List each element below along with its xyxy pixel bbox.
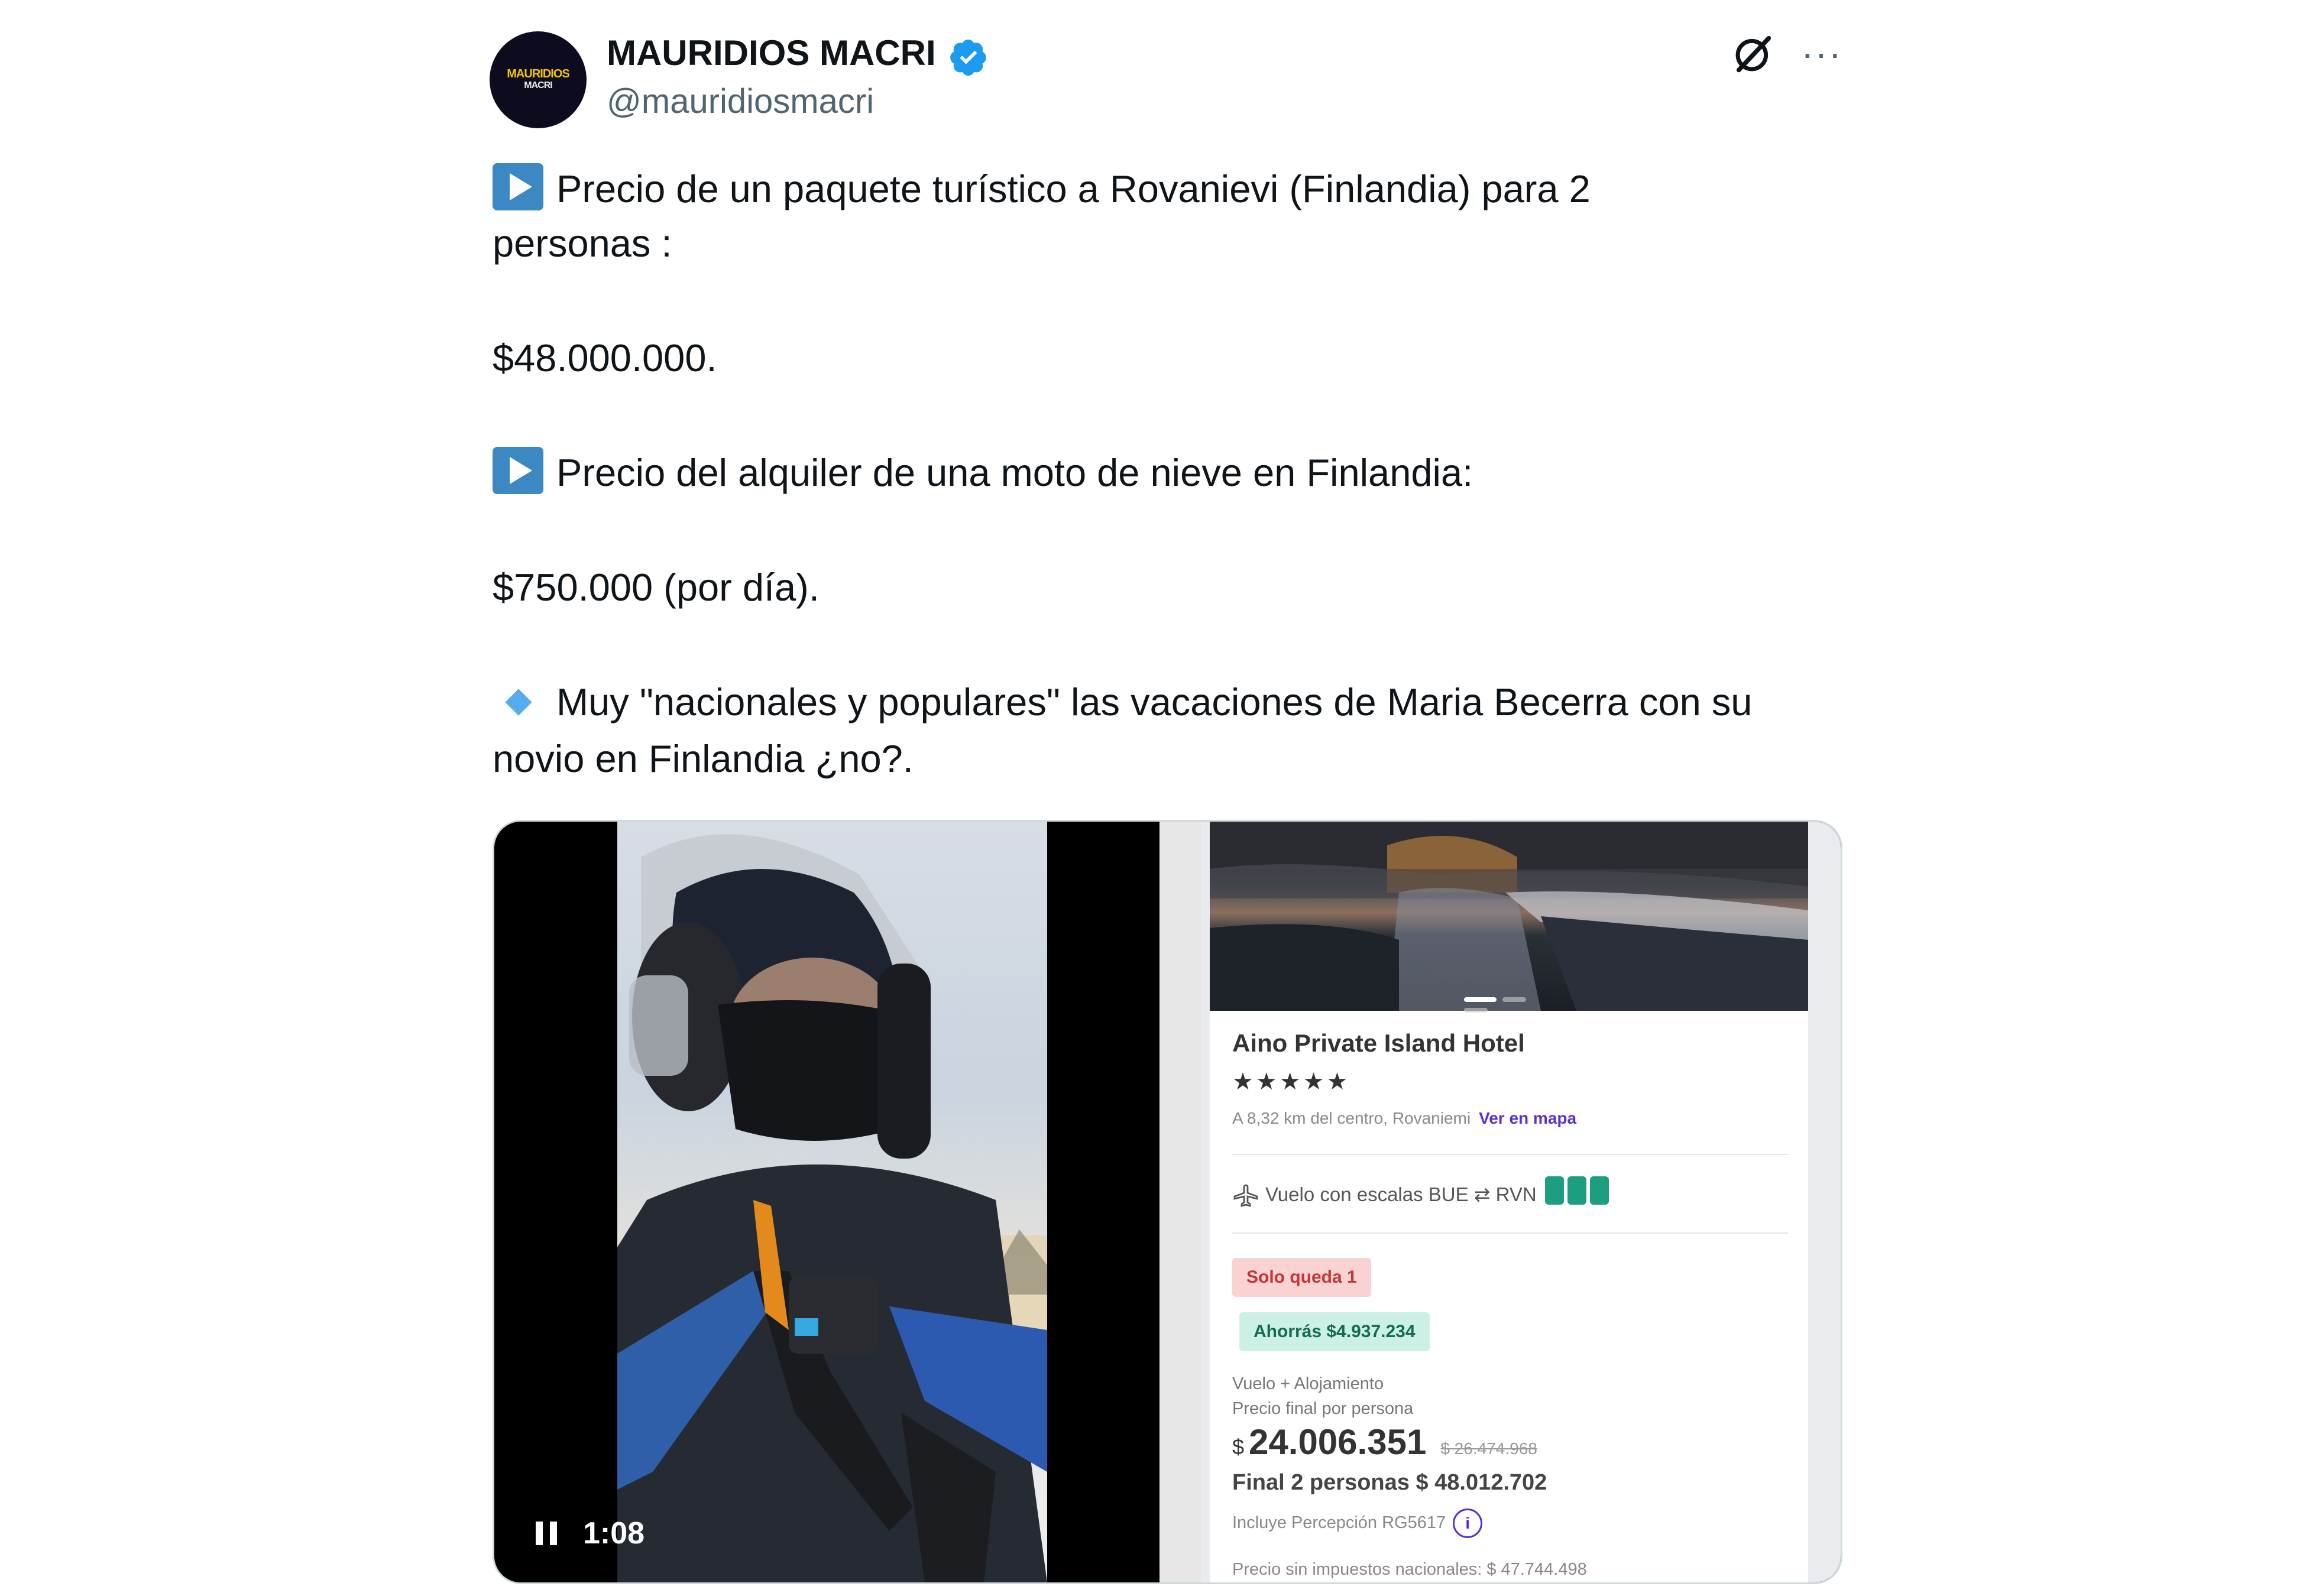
hotel-stars: ★★★★★ [1232, 1069, 1350, 1095]
play-button-emoji-icon [493, 447, 543, 494]
carousel-dots [1464, 994, 1553, 1013]
video-frame-image [617, 834, 1047, 1582]
tweet-line-6: Muy "nacionales y populares" las vacacio… [493, 674, 1752, 731]
airplane-icon [1233, 1184, 1258, 1207]
tax-note: Incluye Percepción RG5617 i [1232, 1507, 1483, 1539]
avatar-text-bottom: MACRI [524, 80, 552, 90]
separator [1232, 1232, 1788, 1234]
hotel-photo [1210, 822, 1808, 1013]
tweet-line-1: Precio de un paquete turístico a Rovanie… [493, 161, 1591, 218]
hotel-photo-scene [1210, 822, 1808, 1011]
tweet-line-1-text: Precio de un paquete turístico a Rovanie… [556, 167, 1591, 210]
blue-diamond-emoji-icon [505, 689, 532, 716]
price-currency: $ [1232, 1435, 1245, 1459]
price-without-taxes: Precio sin impuestos nacionales: $ 47.74… [1232, 1560, 1587, 1579]
verified-badge-icon [950, 39, 986, 76]
tweet-line-7: novio en Finlandia ¿no?. [493, 737, 914, 780]
author-handle[interactable]: @mauridiosmacri [607, 80, 874, 124]
grok-icon[interactable] [1731, 31, 1776, 76]
pause-icon[interactable] [533, 1519, 559, 1548]
video-player[interactable]: 1:08 [494, 822, 1160, 1582]
video-frame [617, 822, 1047, 1582]
separator [1232, 1154, 1788, 1155]
hotel-distance: A 8,32 km del centro, Rovaniemi Ver en ma… [1232, 1105, 1576, 1131]
old-price: $ 26.474.968 [1440, 1439, 1537, 1458]
avatar[interactable]: MAURIDIOS MACRI [490, 31, 587, 128]
tweet-line-5: $750.000 (por día). [493, 566, 820, 609]
tweet-line-6-text: Muy "nacionales y populares" las vacacio… [556, 680, 1753, 724]
flight-info: Vuelo con escalas BUE ⇄ RVN [1232, 1176, 1612, 1216]
final-price: Final 2 personas $ 48.012.702 [1232, 1470, 1547, 1495]
savings-badge: Ahorrás $4.937.234 [1239, 1312, 1430, 1351]
tax-note-text: Incluye Percepción RG5617 [1232, 1513, 1446, 1532]
play-button-emoji-icon [493, 163, 543, 210]
price-value: 24.006.351 [1249, 1422, 1427, 1462]
luggage-icon [1544, 1176, 1612, 1216]
avatar-text-top: MAURIDIOS [507, 67, 569, 80]
info-icon: i [1453, 1509, 1483, 1539]
hotel-distance-text: A 8,32 km del centro, Rovaniemi [1232, 1109, 1471, 1127]
package-type: Vuelo + Alojamiento [1232, 1374, 1384, 1393]
more-icon[interactable]: ··· [1795, 28, 1848, 78]
tweet-line-2: personas : [493, 222, 672, 265]
image-panel[interactable]: Aino Private Island Hotel ★★★★★ A 8,32 k… [1201, 822, 1841, 1582]
author-name[interactable]: MAURIDIOS MACRI [607, 30, 936, 77]
divider [1160, 822, 1201, 1582]
hotel-title: Aino Private Island Hotel [1232, 1029, 1525, 1057]
tweet-line-3: $48.000.000. [493, 336, 717, 379]
tweet-line-4: Precio del alquiler de una moto de nieve… [493, 445, 1473, 501]
video-time: 1:08 [583, 1516, 645, 1550]
map-link: Ver en mapa [1479, 1109, 1577, 1127]
flight-text: Vuelo con escalas BUE ⇄ RVN [1265, 1183, 1537, 1206]
hotel-card: Aino Private Island Hotel ★★★★★ A 8,32 k… [1210, 822, 1808, 1582]
tweet-line-4-text: Precio del alquiler de una moto de nieve… [556, 451, 1473, 494]
media-card[interactable]: 1:08 Aino Private Island Hotel ★★★★★ A 8… [493, 820, 1842, 1584]
availability-badge: Solo queda 1 [1232, 1258, 1371, 1297]
